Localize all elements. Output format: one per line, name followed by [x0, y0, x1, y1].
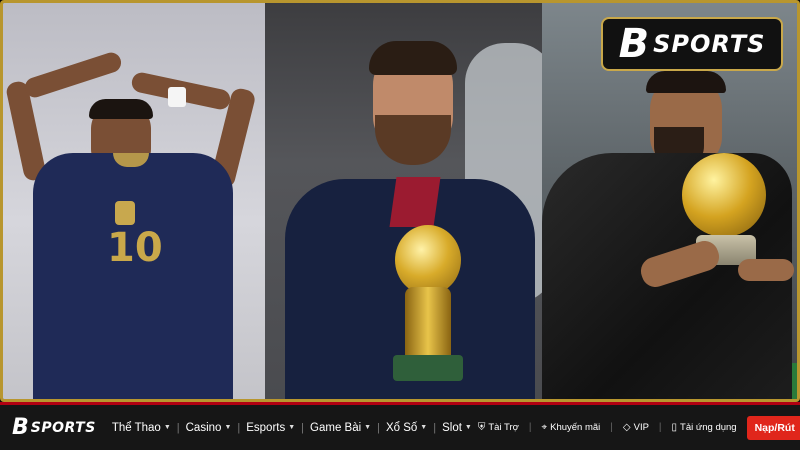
tag-icon: ⌖: [541, 422, 548, 433]
brand-logo-icon: B: [618, 21, 649, 67]
nav-item-label: Game Bài: [310, 421, 362, 434]
shirt-number: 10: [107, 225, 163, 271]
main-navbar: B SPORTS Thể Thao ▼ | Casino ▼ | Esports…: [0, 402, 800, 450]
util-label: Tài Trợ: [488, 422, 519, 433]
util-promotions-link[interactable]: ⌖ Khuyến mãi: [541, 422, 600, 433]
nav-utilities: ⛨ Tài Trợ | ⌖ Khuyến mãi | ◇ VIP | ▯ Tải…: [478, 415, 800, 440]
util-download-app-link[interactable]: ▯ Tải ứng dụng: [672, 422, 737, 433]
caret-down-icon: ▼: [364, 424, 372, 431]
deposit-withdraw-button[interactable]: Nạp/Rút: [746, 415, 800, 440]
golden-ball-icon: [682, 153, 766, 237]
crest-icon: [115, 201, 135, 225]
nav-item-the-thao[interactable]: Thể Thao ▼: [106, 422, 177, 434]
nav-item-game-bai[interactable]: Game Bài ▼: [304, 422, 377, 434]
util-label: Tải ứng dụng: [680, 422, 737, 433]
caret-down-icon: ▼: [163, 424, 171, 431]
caret-down-icon: ▼: [288, 424, 296, 431]
nav-logo-text: SPORTS: [30, 419, 96, 436]
phone-icon: ▯: [671, 422, 678, 433]
nav-item-esports[interactable]: Esports ▼: [240, 422, 301, 434]
nav-item-slot[interactable]: Slot ▼: [436, 422, 478, 434]
player-middle-photo: [265, 3, 542, 399]
util-separator: |: [528, 422, 532, 433]
nav-logo[interactable]: B SPORTS: [12, 415, 96, 440]
shield-icon: ⛨: [477, 422, 486, 433]
brand-badge-text: SPORTS: [653, 30, 766, 58]
hero-banner: 10 B SPORTS: [0, 0, 800, 402]
util-separator: |: [610, 422, 613, 433]
caret-down-icon: ▼: [224, 424, 232, 431]
diamond-icon: ◇: [622, 422, 631, 433]
caret-down-icon: ▼: [420, 424, 428, 431]
nav-logo-mark-icon: B: [12, 415, 29, 440]
util-label: VIP: [633, 422, 649, 433]
nav-item-label: Esports: [246, 421, 286, 434]
util-vip-link[interactable]: ◇ VIP: [623, 422, 649, 433]
brand-badge: B SPORTS: [601, 17, 783, 71]
nav-item-label: Xổ Số: [385, 421, 418, 434]
blue-jersey: [33, 153, 233, 399]
nav-item-casino[interactable]: Casino ▼: [180, 422, 238, 434]
trophy-icon: [395, 225, 461, 295]
nav-item-label: Slot: [442, 421, 462, 434]
util-sponsor-link[interactable]: ⛨ Tài Trợ: [478, 422, 519, 433]
player-left-photo: 10: [3, 3, 265, 399]
nav-item-label: Thể Thao: [111, 421, 161, 434]
caret-down-icon: ▼: [464, 424, 472, 431]
util-label: Khuyến mãi: [550, 422, 601, 433]
nav-item-xo-so[interactable]: Xổ Số ▼: [380, 422, 433, 434]
nav-menu: Thể Thao ▼ | Casino ▼ | Esports ▼ | Game…: [106, 422, 478, 434]
nav-item-label: Casino: [185, 421, 222, 434]
util-separator: |: [658, 422, 662, 433]
